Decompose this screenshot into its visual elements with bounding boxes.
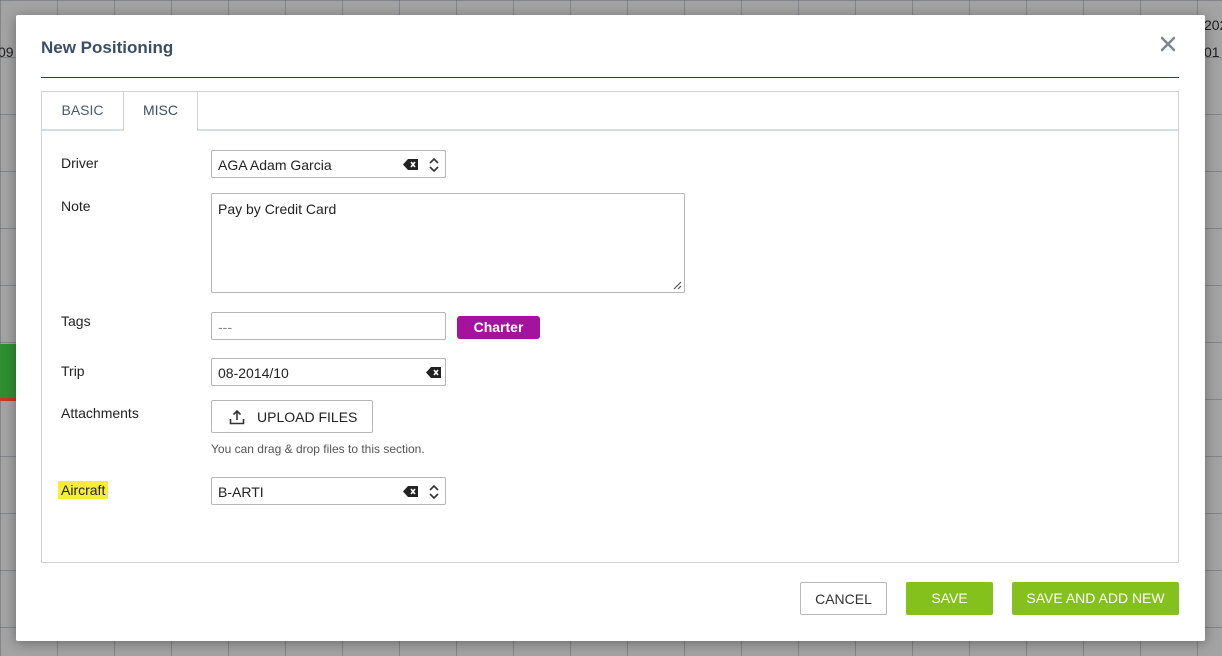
background-date-right-top: 202: [1204, 17, 1222, 33]
tag-chip-charter[interactable]: Charter: [457, 316, 540, 339]
new-positioning-dialog: New Positioning BASIC MISC Driver AGA Ad…: [16, 15, 1205, 641]
clear-icon[interactable]: [403, 485, 419, 498]
driver-select[interactable]: AGA Adam Garcia: [211, 150, 446, 178]
aircraft-select[interactable]: B-ARTI: [211, 477, 446, 505]
note-value: Pay by Credit Card: [218, 201, 337, 217]
attachments-label: Attachments: [61, 405, 139, 421]
close-icon[interactable]: [1157, 33, 1181, 57]
save-button[interactable]: SAVE: [906, 582, 993, 615]
tab-panel: BASIC MISC Driver AGA Adam Garcia Note P…: [41, 91, 1179, 563]
trip-select[interactable]: 08-2014/10: [211, 358, 446, 386]
background-calendar-event[interactable]: [0, 344, 16, 401]
background-date-left: 09: [0, 44, 14, 60]
upload-files-button[interactable]: UPLOAD FILES: [211, 400, 373, 433]
tags-input[interactable]: ---: [211, 312, 446, 340]
note-label: Note: [61, 198, 91, 214]
aircraft-label-text: Aircraft: [58, 481, 109, 499]
tab-strip: BASIC MISC: [42, 92, 1178, 131]
tags-label: Tags: [61, 313, 91, 329]
dialog-title: New Positioning: [41, 38, 174, 57]
tab-basic[interactable]: BASIC: [42, 92, 123, 129]
cancel-button[interactable]: CANCEL: [800, 582, 887, 615]
trip-label: Trip: [61, 363, 85, 379]
dialog-header: New Positioning: [41, 15, 1179, 78]
drag-drop-hint: You can drag & drop files to this sectio…: [211, 442, 425, 456]
aircraft-value: B-ARTI: [218, 484, 264, 500]
resize-handle-icon[interactable]: [672, 280, 682, 290]
driver-value: AGA Adam Garcia: [218, 157, 332, 173]
tags-placeholder: ---: [218, 319, 232, 335]
chevron-updown-icon[interactable]: [429, 157, 439, 173]
driver-label: Driver: [61, 155, 99, 171]
aircraft-label: Aircraft: [58, 481, 109, 499]
chevron-updown-icon[interactable]: [429, 484, 439, 500]
clear-icon[interactable]: [403, 158, 419, 171]
background-date-right: 01: [1204, 44, 1220, 60]
upload-icon: [229, 409, 245, 425]
upload-files-label: UPLOAD FILES: [257, 409, 358, 425]
note-textarea[interactable]: Pay by Credit Card: [211, 193, 685, 293]
trip-value: 08-2014/10: [218, 365, 289, 381]
clear-icon[interactable]: [426, 366, 442, 379]
save-and-add-new-button[interactable]: SAVE AND ADD NEW: [1012, 582, 1179, 615]
tab-misc[interactable]: MISC: [123, 92, 198, 131]
